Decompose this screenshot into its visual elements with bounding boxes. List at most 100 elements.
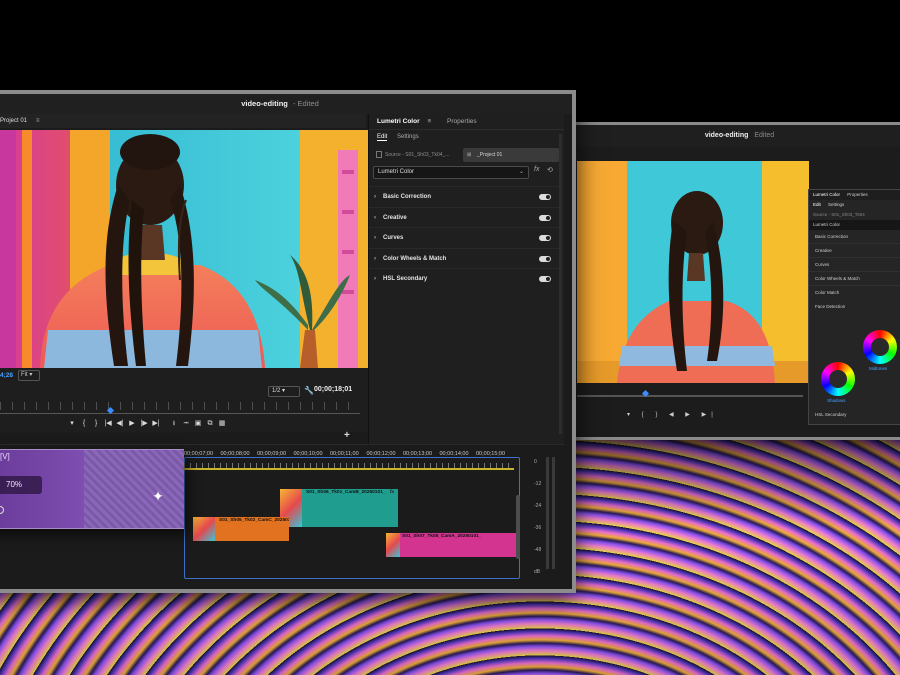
- current-timecode[interactable]: 4;28: [0, 372, 13, 379]
- sequence-icon: ⊞: [467, 152, 472, 158]
- lumetri-color-tab[interactable]: Lumetri Color: [377, 118, 420, 125]
- main-window-status: - Edited: [292, 99, 319, 108]
- section-enable-toggle[interactable]: [539, 235, 551, 241]
- timeline-scrollbar[interactable]: [516, 495, 520, 559]
- secondary-settings-tab[interactable]: Settings: [828, 202, 844, 207]
- lumetri-section-label: Creative: [383, 214, 407, 221]
- viewer-scrub-track[interactable]: [0, 413, 360, 414]
- secondary-monitor: video-editing Edited ▾ { } ◀ ▶ ▶| Lumetr…: [568, 122, 900, 440]
- secondary-edit-tabs[interactable]: Edit Settings: [809, 200, 900, 210]
- secondary-effect-select[interactable]: Lumetri Color: [809, 220, 900, 230]
- lumetri-menu-icon[interactable]: ≡: [427, 118, 431, 125]
- lumetri-section-color-wheels-match[interactable]: › Color Wheels & Match: [369, 247, 559, 269]
- ruler-tick-label: 00;00;14;00: [439, 451, 469, 457]
- secondary-hsl-row[interactable]: HSL Secondary: [815, 412, 846, 417]
- meter-scale-label: -48: [534, 547, 542, 553]
- ruler-tick-label: 00;00;13;00: [403, 451, 433, 457]
- play-icon[interactable]: ▶: [126, 419, 138, 427]
- chevron-right-icon[interactable]: ›: [374, 269, 376, 289]
- program-scene-image: [0, 130, 368, 368]
- compare-icon[interactable]: ▦: [216, 419, 228, 427]
- in-point-icon[interactable]: {: [78, 420, 90, 427]
- lumetri-section-basic-correction[interactable]: › Basic Correction: [369, 186, 559, 207]
- step-forward-icon[interactable]: |▶: [138, 419, 150, 427]
- program-tab[interactable]: Project 01: [0, 114, 27, 128]
- out-point-icon[interactable]: }: [90, 420, 102, 427]
- export-frame-icon[interactable]: ⧉: [204, 420, 216, 428]
- generative-extension-area: [84, 450, 184, 528]
- secondary-edit-tab[interactable]: Edit: [813, 202, 821, 207]
- fit-select[interactable]: Fit ▾: [18, 370, 40, 381]
- work-area-bar[interactable]: [184, 468, 514, 470]
- secondary-row-wheels[interactable]: Color Wheels & Match: [809, 272, 900, 286]
- secondary-transport-controls[interactable]: ▾ { } ◀ ▶ ▶|: [627, 411, 718, 418]
- settings-tab[interactable]: Settings: [397, 134, 419, 140]
- lumetri-section-curves[interactable]: › Curves: [369, 227, 559, 248]
- clip-cama[interactable]: S01_Sh07_Tk08_CamA_20250101_: [386, 533, 516, 557]
- lumetri-section-label: HSL Secondary: [383, 276, 428, 282]
- viewer-controls: 4;28 Fit ▾ 1/2 ▾ 🔧 00;00;18;01 ▾{} |◀ ◀| ▶ |…: [0, 368, 368, 441]
- add-button[interactable]: +: [344, 430, 350, 441]
- secondary-row-face-detection[interactable]: Face Detection: [809, 300, 900, 314]
- source-clip-label[interactable]: Source - S01_Sh03_Tk04_...: [375, 148, 461, 162]
- midtones-label: Midtones: [869, 366, 888, 371]
- marker-icon[interactable]: ▾: [66, 419, 78, 427]
- secondary-row-color-match[interactable]: Color Match: [809, 286, 900, 300]
- section-enable-toggle[interactable]: [539, 214, 551, 221]
- chevron-right-icon[interactable]: ›: [374, 187, 376, 207]
- sequence-clip-label[interactable]: ⊞ _Project 01: [463, 148, 559, 162]
- secondary-row-basic[interactable]: Basic Correction: [809, 230, 900, 244]
- go-to-in-icon[interactable]: |◀: [102, 419, 114, 427]
- main-window-titlebar: video-editing - Edited: [0, 94, 572, 114]
- clip-camc-label: S01_Sh05_Tk02_CamC_20250101_: [219, 518, 289, 523]
- lumetri-source-bar: Source - S01_Sh03_Tk04_... ⊞ _Project 01: [375, 148, 559, 162]
- lumetri-scrollbar[interactable]: [559, 134, 562, 434]
- wrench-icon[interactable]: 🔧: [304, 386, 314, 395]
- go-to-out-icon[interactable]: ▶|: [150, 419, 162, 427]
- timeline-panel: 00;00;07;00 00;00;08;00 00;00;09;00 00;00;1…: [0, 444, 564, 589]
- program-menu-icon[interactable]: ≡: [36, 114, 40, 128]
- clip-cama-label: S01_Sh07_Tk08_CamA_20250101_: [402, 534, 482, 539]
- audio-meter-left-channel: [546, 457, 549, 569]
- lumetri-section-creative[interactable]: › Creative: [369, 206, 559, 228]
- secondary-properties-tab[interactable]: Properties: [847, 192, 868, 197]
- properties-tab[interactable]: Properties: [447, 118, 477, 125]
- reset-icon[interactable]: ⟲: [547, 166, 553, 174]
- midtones-color-wheel[interactable]: [863, 330, 897, 364]
- generative-sparkle-cursor-icon: ✦: [152, 488, 164, 504]
- secondary-lumetri-tab[interactable]: Lumetri Color: [813, 192, 840, 197]
- secondary-program-viewer[interactable]: [577, 161, 809, 383]
- ruler-tick-label: 00;00;08;00: [220, 451, 250, 457]
- effect-select[interactable]: Lumetri Color ⌄: [373, 166, 529, 179]
- generative-extend-clip[interactable]: [V] 70% ✦: [0, 449, 184, 529]
- lumetri-section-hsl-secondary[interactable]: › HSL Secondary: [369, 268, 559, 289]
- secondary-window-title: video-editing: [704, 132, 749, 139]
- clip-camb[interactable]: S01_Sh06_Tk01_CamB_20250101_ fx: [280, 489, 398, 527]
- insert-icon[interactable]: ⭳: [168, 419, 180, 430]
- secondary-row-curves[interactable]: Curves: [809, 258, 900, 272]
- overwrite-icon[interactable]: ⭲: [180, 419, 192, 430]
- edit-tab[interactable]: Edit: [377, 134, 388, 141]
- audio-meter: 0 -12 -24 -36 -48 dB: [528, 451, 562, 579]
- secondary-window-status: Edited: [754, 132, 775, 139]
- secondary-row-creative[interactable]: Creative: [809, 244, 900, 258]
- lumetri-section-label: Color Wheels & Match: [383, 255, 447, 262]
- section-enable-toggle[interactable]: [539, 276, 551, 282]
- chevron-right-icon[interactable]: ›: [374, 249, 376, 269]
- program-viewer[interactable]: [0, 130, 368, 368]
- section-enable-toggle[interactable]: [539, 194, 551, 200]
- clip-camc[interactable]: S01_Sh05_Tk02_CamC_20250101_: [193, 517, 289, 541]
- chevron-right-icon[interactable]: ›: [374, 228, 376, 248]
- step-back-icon[interactable]: ◀|: [114, 419, 126, 427]
- secondary-lumetri-tabs[interactable]: Lumetri Color Properties: [809, 190, 900, 200]
- chevron-right-icon[interactable]: ›: [374, 208, 376, 228]
- lumetri-tab-bar: Lumetri Color ≡ Properties: [369, 114, 564, 130]
- secondary-window-titlebar: video-editing Edited: [571, 125, 900, 147]
- secondary-scrub-track[interactable]: [577, 395, 803, 397]
- fx-icon[interactable]: fx: [534, 166, 539, 173]
- section-enable-toggle[interactable]: [539, 255, 551, 262]
- resolution-select[interactable]: 1/2 ▾: [268, 386, 300, 397]
- program-tab-bar: Project 01 ≡: [0, 114, 366, 128]
- shadows-color-wheel[interactable]: [821, 362, 855, 396]
- camera-icon[interactable]: ▣: [192, 419, 204, 427]
